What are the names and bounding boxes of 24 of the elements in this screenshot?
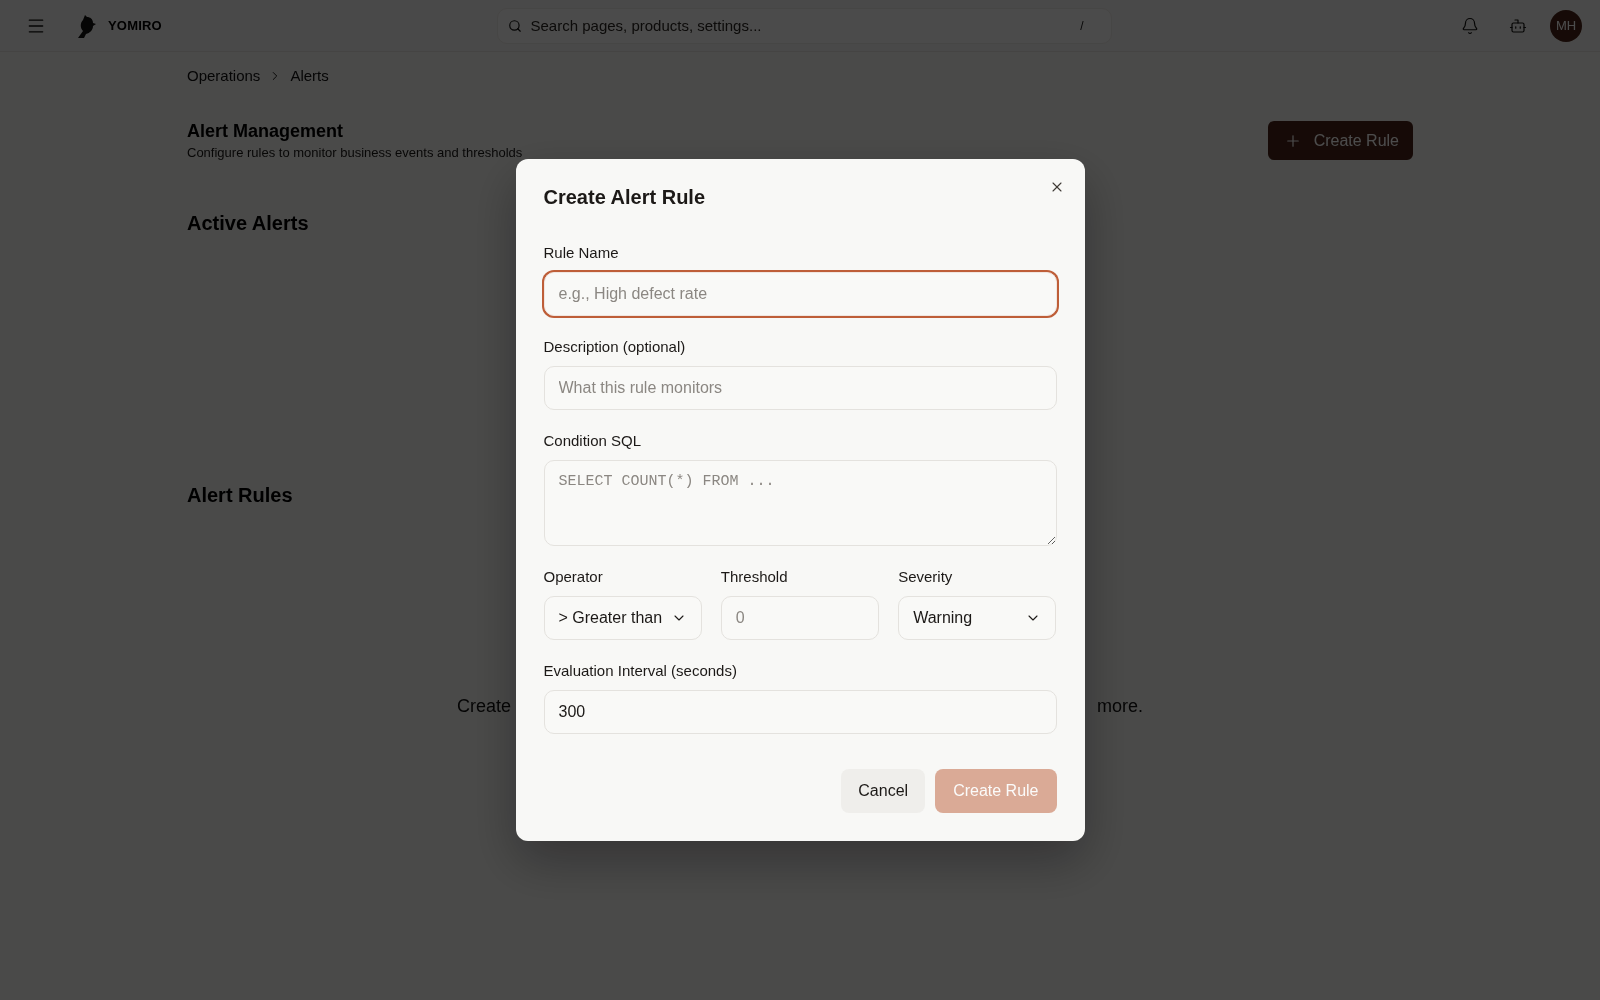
page-subtitle: Configure rules to monitor business events and thresholds [187,145,523,161]
brand-name: YOMIRO [108,18,162,33]
field-label: Operator [543,568,603,586]
shortcut-hint: / [1080,17,1084,34]
field-label: Description (optional) [543,338,686,356]
input-field[interactable]: 300 [543,690,1057,734]
empty-state-text: more. [1097,695,1143,717]
sql-textarea[interactable]: SELECT COUNT(*) FROM ... [543,460,1057,546]
section-title: Alert Rules [187,483,293,507]
field-label: Rule Name [543,244,619,262]
input-field[interactable]: What this rule monitors [543,366,1057,410]
field-label: Threshold [720,568,788,586]
page-title: Alert Management [187,120,345,142]
input-field[interactable]: 0 [720,596,880,640]
dialog-title: Create Alert Rule [543,185,706,210]
input-field[interactable]: e.g., High defect rate [543,272,1057,316]
field-label: Evaluation Interval (seconds) [543,662,737,680]
cancel-button[interactable]: Cancel [841,769,926,813]
select-dropdown[interactable]: Warning [898,596,1057,640]
select-dropdown[interactable]: > Greater than [543,596,702,640]
section-title: Active Alerts [187,211,309,235]
empty-state-text: Create [457,695,512,717]
field-label: Condition SQL [543,432,642,450]
field-label: Severity [898,568,953,586]
